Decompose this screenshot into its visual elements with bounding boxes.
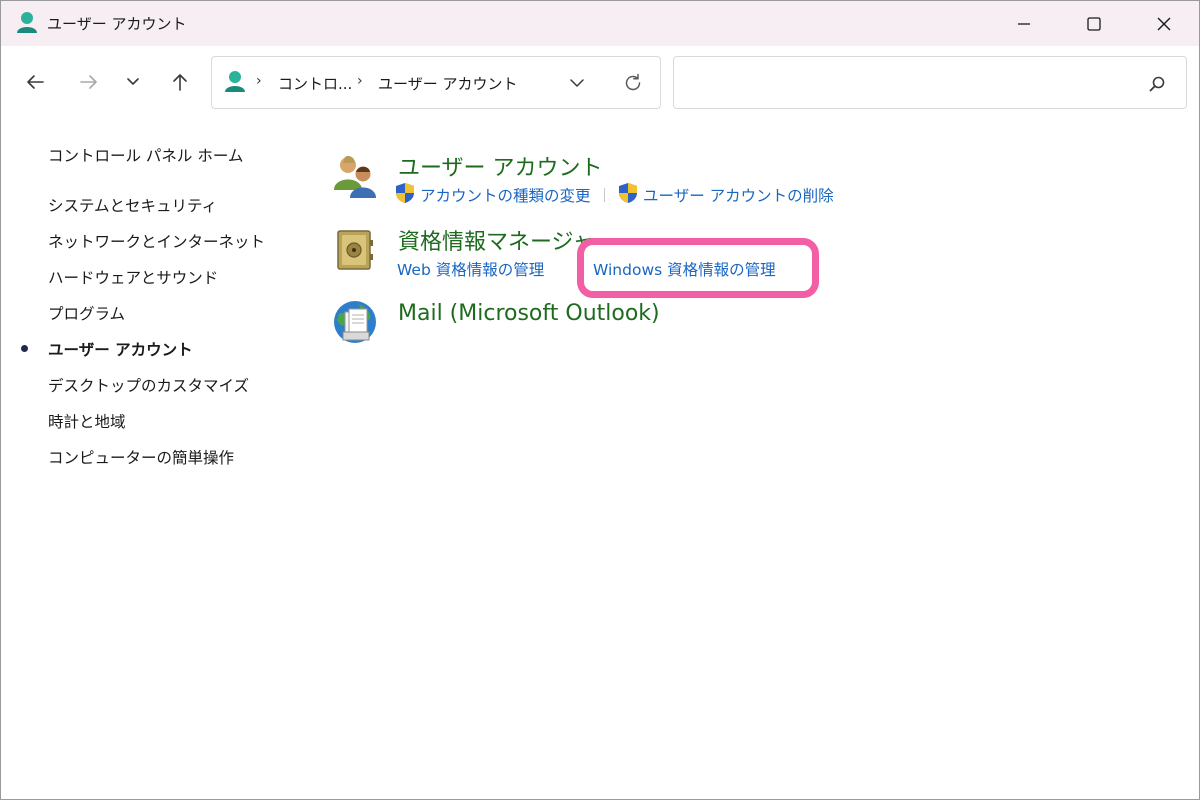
users-icon: [334, 155, 376, 198]
link-manage-web-credentials[interactable]: Web 資格情報の管理: [397, 258, 544, 280]
uac-shield-icon: [396, 183, 414, 203]
minimize-button[interactable]: [1001, 1, 1047, 46]
search-icon: [1149, 76, 1165, 92]
main-content: ユーザー アカウント アカウントの種類の変更 ユーザー アカウントの削除 資格情…: [301, 118, 1199, 799]
category-title-mail[interactable]: Mail (Microsoft Outlook): [398, 301, 660, 326]
title-bar: ユーザー アカウント: [1, 1, 1199, 46]
window-title: ユーザー アカウント: [47, 15, 187, 33]
recent-locations-button[interactable]: [119, 68, 147, 96]
address-bar[interactable]: › コントロ... › ユーザー アカウント: [211, 56, 661, 109]
breadcrumb-separator[interactable]: ›: [357, 73, 363, 89]
sidebar-item-hardware-sound[interactable]: ハードウェアとサウンド: [48, 266, 218, 288]
sidebar-item-programs[interactable]: プログラム: [48, 302, 125, 324]
sidebar-item-control-panel-home[interactable]: コントロール パネル ホーム: [48, 144, 243, 166]
sidebar-item-ease-of-access[interactable]: コンピューターの簡単操作: [48, 446, 234, 468]
uac-shield-icon: [619, 183, 637, 203]
refresh-button[interactable]: [622, 72, 644, 98]
search-input[interactable]: [673, 56, 1187, 109]
close-icon: [1157, 17, 1171, 30]
mail-globe-icon: [334, 301, 376, 343]
chevron-down-icon: [127, 78, 139, 85]
breadcrumb-user-accounts[interactable]: ユーザー アカウント: [378, 73, 517, 94]
address-dropdown-button[interactable]: [568, 74, 586, 96]
user-accounts-icon: [17, 12, 37, 33]
category-title-user-accounts[interactable]: ユーザー アカウント: [398, 150, 603, 182]
link-change-account-type[interactable]: アカウントの種類の変更: [420, 184, 591, 206]
sidebar: コントロール パネル ホーム システムとセキュリティ ネットワークとインターネッ…: [1, 118, 301, 799]
maximize-icon: [1087, 16, 1101, 31]
sidebar-item-appearance[interactable]: デスクトップのカスタマイズ: [48, 374, 249, 396]
chevron-down-icon: [570, 79, 584, 87]
forward-arrow-icon: [80, 75, 97, 89]
minimize-icon: [1018, 22, 1030, 25]
sidebar-item-user-accounts[interactable]: ユーザー アカウント: [48, 338, 193, 360]
link-remove-user-accounts[interactable]: ユーザー アカウントの削除: [643, 184, 834, 206]
up-arrow-icon: [173, 74, 187, 91]
breadcrumb-control-panel[interactable]: コントロ...: [278, 73, 352, 94]
control-panel-window: ユーザー アカウント › コントロ... › ユーザー アカウント コントロール…: [0, 0, 1200, 800]
link-divider: [604, 188, 605, 202]
link-manage-windows-credentials[interactable]: Windows 資格情報の管理: [593, 258, 776, 280]
vault-icon: [337, 230, 373, 270]
user-accounts-icon: [225, 71, 245, 92]
sidebar-item-system-security[interactable]: システムとセキュリティ: [48, 194, 217, 216]
back-button[interactable]: [21, 68, 49, 96]
sidebar-item-clock-region[interactable]: 時計と地域: [48, 410, 126, 432]
sidebar-item-network-internet[interactable]: ネットワークとインターネット: [48, 230, 265, 252]
breadcrumb-separator: ›: [256, 73, 262, 89]
navigation-bar: › コントロ... › ユーザー アカウント: [1, 46, 1199, 118]
active-item-bullet: [21, 345, 28, 352]
back-arrow-icon: [27, 75, 44, 89]
up-button[interactable]: [166, 68, 194, 96]
forward-button[interactable]: [75, 68, 103, 96]
refresh-icon: [625, 73, 641, 91]
maximize-button[interactable]: [1071, 1, 1117, 46]
close-button[interactable]: [1141, 1, 1187, 46]
